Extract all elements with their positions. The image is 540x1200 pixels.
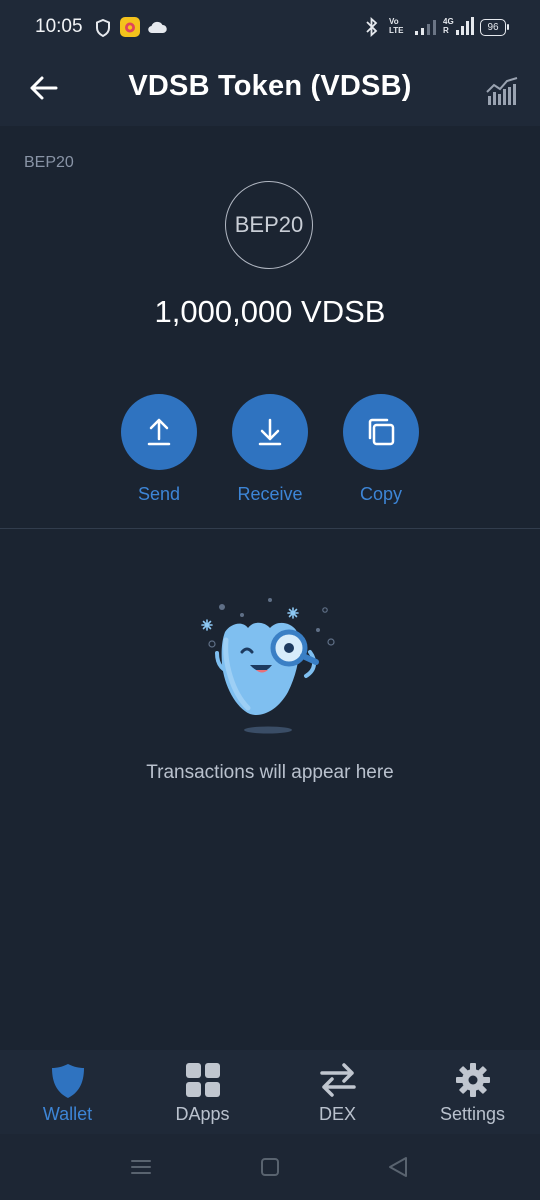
volte-label-top: Vo [389, 17, 399, 26]
nav-dapps-label[interactable]: DApps [135, 1104, 270, 1125]
divider [0, 528, 540, 529]
receive-circle[interactable] [232, 394, 308, 470]
nav-settings-label[interactable]: Settings [405, 1104, 540, 1125]
grid-icon [185, 1063, 220, 1097]
shield-icon [96, 19, 110, 37]
gear-icon [455, 1063, 490, 1097]
swap-icon [319, 1063, 356, 1097]
price-chart-button[interactable] [484, 70, 524, 110]
battery-icon: 96 [480, 19, 509, 36]
signal-icon [415, 20, 436, 35]
nav-dapps[interactable]: DApps [135, 1060, 270, 1125]
magnifier-mascot-icon [201, 598, 335, 734]
nav-dex[interactable]: DEX [270, 1060, 405, 1125]
copy-button[interactable]: Copy [326, 394, 436, 505]
empty-state-text: Transactions will appear here [146, 762, 394, 783]
send-label[interactable]: Send [104, 484, 214, 505]
system-nav-bar [0, 1134, 540, 1200]
token-logo: BEP20 [225, 181, 313, 269]
home-icon[interactable] [256, 1155, 284, 1179]
bottom-nav: Wallet DApps DEX Settings [0, 1050, 540, 1134]
shield-icon [51, 1064, 84, 1098]
page-title: VDSB Token (VDSB) [128, 70, 412, 102]
price-chart-icon [486, 77, 518, 105]
nav-wallet[interactable]: Wallet [0, 1060, 135, 1125]
camera-app-icon [120, 17, 140, 37]
nav-dex-label[interactable]: DEX [270, 1104, 405, 1125]
bluetooth-icon [366, 17, 378, 37]
back-button[interactable] [26, 70, 62, 106]
app-header: VDSB Token (VDSB) [0, 54, 540, 126]
token-logo-text: BEP20 [234, 212, 304, 237]
copy-label[interactable]: Copy [326, 484, 436, 505]
arrow-up-icon [147, 418, 171, 446]
receive-button[interactable]: Receive [215, 394, 325, 505]
copy-circle[interactable] [343, 394, 419, 470]
cloud-icon [148, 21, 167, 34]
status-bar: 10:05 Vo LTE 4G R 96 [0, 0, 540, 54]
menu-icon[interactable] [127, 1155, 155, 1179]
arrow-down-icon [258, 418, 282, 446]
signal-icon [456, 17, 474, 35]
receive-label[interactable]: Receive [215, 484, 325, 505]
token-balance: 1,000,000 VDSB [154, 294, 386, 329]
arrow-left-icon [30, 76, 58, 100]
nav-settings[interactable]: Settings [405, 1060, 540, 1125]
nav-wallet-label[interactable]: Wallet [0, 1104, 135, 1125]
4g-label-top: 4G [443, 17, 454, 26]
network-tag: BEP20 [24, 154, 74, 171]
copy-icon [368, 418, 395, 446]
4g-label-bottom: R [443, 26, 449, 35]
volte-label-bottom: LTE [389, 26, 404, 35]
send-circle[interactable] [121, 394, 197, 470]
send-button[interactable]: Send [104, 394, 214, 505]
status-time: 10:05 [35, 16, 83, 37]
back-nav-icon[interactable] [384, 1155, 412, 1179]
